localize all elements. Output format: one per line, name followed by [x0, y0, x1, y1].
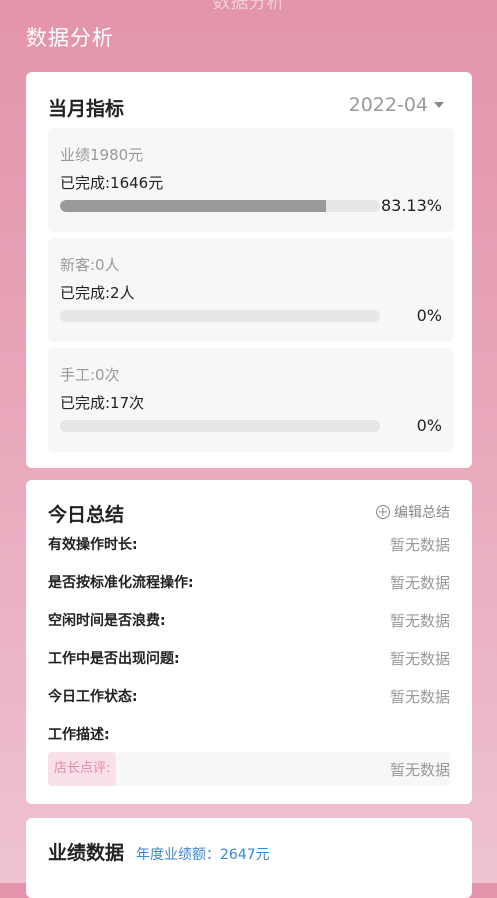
metric-percent: 0%: [416, 306, 442, 325]
metric-percent: 83.13%: [380, 196, 442, 215]
summary-row: 工作描述:: [48, 722, 450, 746]
summary-value: 暂无数据: [389, 536, 450, 554]
month-value: 2022-04: [348, 94, 428, 116]
summary-value: 暂无数据: [389, 650, 450, 668]
performance-card: 业绩数据 年度业绩额：2647元: [26, 818, 472, 898]
summary-value: 暂无数据: [389, 574, 450, 592]
summary-key: 是否按标准化流程操作:: [48, 575, 194, 591]
metric-card-manual: 手工:0次 已完成:17次 0%: [48, 348, 454, 452]
progress-fill: [60, 200, 327, 212]
metric-label: 新客:0人: [60, 256, 120, 274]
progress-bar: [60, 420, 380, 432]
summary-key: 有效操作时长:: [48, 537, 138, 553]
manager-review-value: 暂无数据: [389, 761, 450, 779]
summary-row: 有效操作时长: 暂无数据: [48, 532, 450, 556]
page-title: 数据分析: [26, 26, 114, 50]
manager-review-box: 店长点评: 暂无数据: [48, 752, 450, 786]
monthly-metrics-title: 当月指标: [48, 98, 125, 120]
summary-value: 暂无数据: [389, 612, 450, 630]
summary-row: 今日工作状态: 暂无数据: [48, 684, 450, 708]
month-picker[interactable]: 2022-04: [349, 94, 444, 116]
monthly-metrics-card: 当月指标 2022-04 业绩1980元 已完成:1646元 83.13% 新客…: [26, 72, 472, 468]
metric-card-new-customers: 新客:0人 已完成:2人 0%: [48, 238, 454, 342]
status-title: 数据分析: [212, 0, 285, 13]
summary-key: 工作中是否出现问题:: [48, 651, 180, 667]
summary-key: 今日工作状态:: [48, 689, 138, 705]
plus-circle-icon: [376, 505, 390, 519]
caret-down-icon: [434, 102, 444, 108]
metric-done: 已完成:2人: [60, 284, 135, 302]
summary-key: 空闲时间是否浪费:: [48, 613, 166, 629]
metric-card-sales: 业绩1980元 已完成:1646元 83.13%: [48, 128, 454, 232]
edit-summary-button[interactable]: 编辑总结: [376, 502, 450, 522]
summary-row: 是否按标准化流程操作: 暂无数据: [48, 570, 450, 594]
summary-row: 空闲时间是否浪费: 暂无数据: [48, 608, 450, 632]
annual-performance: 年度业绩额：2647元: [136, 847, 270, 863]
summary-value: 暂无数据: [389, 688, 450, 706]
metric-percent: 0%: [416, 416, 442, 435]
metric-done: 已完成:17次: [60, 394, 145, 412]
today-summary-title: 今日总结: [48, 504, 125, 526]
progress-bar: [60, 310, 380, 322]
manager-review-tag: 店长点评:: [48, 752, 117, 786]
summary-row: 工作中是否出现问题: 暂无数据: [48, 646, 450, 670]
metric-label: 手工:0次: [60, 366, 120, 384]
progress-bar: [60, 200, 380, 212]
today-summary-card: 今日总结 编辑总结 有效操作时长: 暂无数据 是否按标准化流程操作: 暂无数据 …: [26, 480, 472, 804]
metric-label: 业绩1980元: [60, 146, 144, 164]
edit-summary-label: 编辑总结: [394, 505, 450, 521]
summary-key: 工作描述:: [48, 727, 110, 743]
performance-title: 业绩数据: [48, 842, 125, 864]
metric-done: 已完成:1646元: [60, 174, 164, 192]
